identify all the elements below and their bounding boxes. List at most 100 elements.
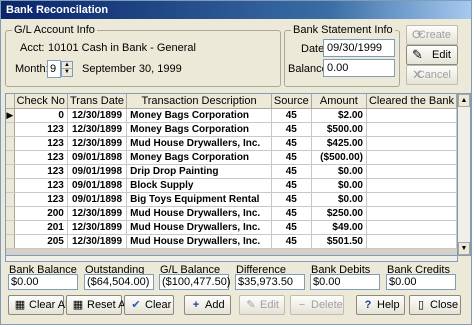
clear-all-button[interactable]: ▦ Clear All: [8, 295, 70, 315]
col-header-source[interactable]: Source: [271, 94, 312, 109]
cleared-cell[interactable]: [366, 136, 457, 151]
amount-cell[interactable]: $425.00: [311, 136, 367, 151]
grid-vertical-scrollbar[interactable]: ▲ ▼: [458, 93, 471, 256]
month-stepper[interactable]: ▲ ▼: [61, 61, 73, 77]
amount-cell[interactable]: $0.00: [311, 192, 367, 207]
description-cell[interactable]: Mud House Drywallers, Inc.: [126, 206, 272, 221]
reset-all-button[interactable]: ▦ Reset All: [66, 295, 130, 315]
source-cell[interactable]: 45: [271, 136, 312, 151]
source-cell[interactable]: 45: [271, 178, 312, 193]
cleared-cell[interactable]: [366, 178, 457, 193]
amount-cell[interactable]: $500.00: [311, 122, 367, 137]
add-button[interactable]: + Add: [184, 295, 231, 315]
close-button[interactable]: ▯ Close: [409, 295, 461, 315]
statement-date-input[interactable]: 09/30/1999: [323, 39, 395, 57]
check-no-cell[interactable]: 201: [14, 220, 68, 235]
help-button[interactable]: ? Help: [356, 295, 405, 315]
col-header-cleared[interactable]: Cleared the Bank: [366, 94, 457, 109]
source-cell[interactable]: 45: [271, 122, 312, 137]
cleared-cell[interactable]: [366, 150, 457, 165]
table-row[interactable]: 205 12/30/1899 Mud House Drywallers, Inc…: [6, 234, 457, 249]
description-cell[interactable]: Money Bags Corporation: [126, 122, 272, 137]
trans-date-cell[interactable]: 12/30/1899: [67, 234, 128, 249]
clear-button[interactable]: ✔ Clear: [124, 295, 174, 315]
table-row[interactable]: 123 09/01/1898 Money Bags Corporation 45…: [6, 150, 457, 165]
table-header-row: Check No Trans Date Transaction Descript…: [6, 94, 457, 109]
cleared-cell[interactable]: [366, 220, 457, 235]
check-no-cell[interactable]: 123: [14, 178, 68, 193]
col-header-description[interactable]: Transaction Description: [126, 94, 272, 109]
cancel-button[interactable]: ✕ Cancel: [406, 65, 458, 85]
source-cell[interactable]: 45: [271, 206, 312, 221]
amount-cell[interactable]: $0.00: [311, 178, 367, 193]
create-button[interactable]: ⟳ Create: [406, 25, 458, 45]
table-row[interactable]: 201 12/30/1899 Mud House Drywallers, Inc…: [6, 220, 457, 235]
table-row[interactable]: 123 12/30/1899 Mud House Drywallers, Inc…: [6, 136, 457, 151]
amount-cell[interactable]: $250.00: [311, 206, 367, 221]
cleared-cell[interactable]: [366, 108, 457, 123]
scroll-down-icon[interactable]: ▼: [458, 242, 470, 255]
source-cell[interactable]: 45: [271, 192, 312, 207]
source-cell[interactable]: 45: [271, 164, 312, 179]
cleared-cell[interactable]: [366, 192, 457, 207]
col-header-amount[interactable]: Amount: [311, 94, 367, 109]
amount-cell[interactable]: $501.50: [311, 234, 367, 249]
check-no-cell[interactable]: 123: [14, 192, 68, 207]
trans-date-cell[interactable]: 09/01/1898: [67, 150, 128, 165]
trans-date-cell[interactable]: 12/30/1899: [67, 108, 128, 123]
check-no-cell[interactable]: 123: [14, 136, 68, 151]
edit-transaction-button[interactable]: ✎ Edit: [239, 295, 285, 315]
grid-horizontal-scrollbar[interactable]: [5, 256, 458, 262]
stepper-down-icon[interactable]: ▼: [62, 69, 72, 76]
trans-date-cell[interactable]: 12/30/1899: [67, 122, 128, 137]
cleared-cell[interactable]: [366, 206, 457, 221]
amount-cell[interactable]: $49.00: [311, 220, 367, 235]
description-cell[interactable]: Block Supply: [126, 178, 272, 193]
table-row[interactable]: 123 12/30/1899 Money Bags Corporation 45…: [6, 122, 457, 137]
check-no-cell[interactable]: 123: [14, 122, 68, 137]
trans-date-cell[interactable]: 12/30/1899: [67, 206, 128, 221]
cleared-cell[interactable]: [366, 234, 457, 249]
col-header-check-no[interactable]: Check No: [14, 94, 68, 109]
table-row[interactable]: 123 09/01/1898 Big Toys Equipment Rental…: [6, 192, 457, 207]
amount-cell[interactable]: $0.00: [311, 164, 367, 179]
table-row[interactable]: ▶ 0 12/30/1899 Money Bags Corporation 45…: [6, 108, 457, 123]
source-cell[interactable]: 45: [271, 108, 312, 123]
amount-cell[interactable]: $2.00: [311, 108, 367, 123]
transactions-grid[interactable]: Check No Trans Date Transaction Descript…: [5, 93, 458, 256]
source-cell[interactable]: 45: [271, 234, 312, 249]
amount-cell[interactable]: ($500.00): [311, 150, 367, 165]
stepper-up-icon[interactable]: ▲: [62, 62, 72, 69]
description-cell[interactable]: Big Toys Equipment Rental: [126, 192, 272, 207]
description-cell[interactable]: Money Bags Corporation: [126, 150, 272, 165]
col-header-trans-date[interactable]: Trans Date: [67, 94, 128, 109]
trans-date-cell[interactable]: 09/01/1998: [67, 164, 128, 179]
trans-date-cell[interactable]: 12/30/1899: [67, 220, 128, 235]
trans-date-cell[interactable]: 12/30/1899: [67, 136, 128, 151]
source-cell[interactable]: 45: [271, 220, 312, 235]
check-no-cell[interactable]: 123: [14, 150, 68, 165]
statement-balance-input[interactable]: 0.00: [323, 59, 395, 77]
cleared-cell[interactable]: [366, 164, 457, 179]
description-cell[interactable]: Drip Drop Painting: [126, 164, 272, 179]
description-cell[interactable]: Mud House Drywallers, Inc.: [126, 136, 272, 151]
month-input[interactable]: 9: [47, 60, 61, 78]
description-cell[interactable]: Mud House Drywallers, Inc.: [126, 234, 272, 249]
trans-date-cell[interactable]: 09/01/1898: [67, 178, 128, 193]
check-no-cell[interactable]: 200: [14, 206, 68, 221]
source-cell[interactable]: 45: [271, 150, 312, 165]
check-no-cell[interactable]: 123: [14, 164, 68, 179]
table-row[interactable]: 200 12/30/1899 Mud House Drywallers, Inc…: [6, 206, 457, 221]
description-cell[interactable]: Mud House Drywallers, Inc.: [126, 220, 272, 235]
check-no-cell[interactable]: 0: [14, 108, 68, 123]
table-row[interactable]: 123 09/01/1998 Drip Drop Painting 45 $0.…: [6, 164, 457, 179]
edit-statement-button[interactable]: ✎ Edit: [406, 45, 458, 65]
scroll-up-icon[interactable]: ▲: [458, 94, 470, 107]
table-row[interactable]: 123 09/01/1898 Block Supply 45 $0.00: [6, 178, 457, 193]
trans-date-cell[interactable]: 09/01/1898: [67, 192, 128, 207]
edit-statement-label: Edit: [432, 49, 451, 61]
description-cell[interactable]: Money Bags Corporation: [126, 108, 272, 123]
cleared-cell[interactable]: [366, 122, 457, 137]
check-no-cell[interactable]: 205: [14, 234, 68, 249]
delete-button[interactable]: − Delete: [290, 295, 344, 315]
